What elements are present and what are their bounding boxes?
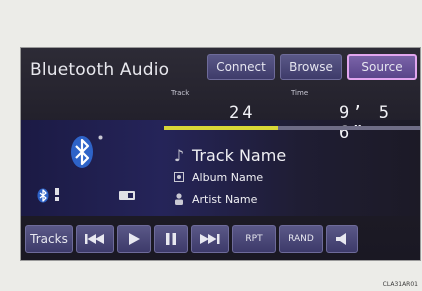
album-name: Album Name [192,170,264,184]
artist-icon [172,193,186,205]
play-button[interactable] [117,225,151,253]
screen-title: Bluetooth Audio [30,60,170,80]
elapsed-time: 9’ 5 6” [339,103,392,143]
battery-level [121,193,129,198]
next-track-button[interactable] [191,225,229,253]
figure-code: CLA31AR01 [382,281,418,288]
tracks-button[interactable]: Tracks [25,225,73,253]
random-button[interactable]: RAND [279,225,323,253]
previous-icon [85,234,104,244]
pause-button[interactable] [154,225,188,253]
bluetooth-icon [71,136,93,168]
progress-bar[interactable] [164,126,420,130]
audio-screen: Bluetooth Audio Connect Browse Source Tr… [20,47,421,261]
browse-button[interactable]: Browse [280,54,342,80]
album-icon [172,172,186,182]
artist-row: Artist Name [172,191,257,207]
track-number: 24 [229,103,256,123]
previous-track-button[interactable] [76,225,114,253]
volume-button[interactable] [326,225,358,253]
bluetooth-status-icon [37,188,49,203]
track-name: Track Name [192,145,287,165]
source-button[interactable]: Source [347,54,417,80]
album-row: Album Name [172,169,263,185]
connection-dot-icon [98,135,103,140]
artist-name: Artist Name [192,192,258,206]
speaker-icon [336,233,346,245]
next-icon [200,234,220,244]
signal-strength-icon [55,188,59,201]
time-label: Time [291,89,309,97]
music-note-icon: ♪ [173,145,185,165]
connect-button[interactable]: Connect [207,54,275,80]
battery-icon [119,191,135,200]
control-bar: Tracks RPT RAND [25,225,420,253]
repeat-button[interactable]: RPT [232,225,276,253]
track-name-row: ♪ Track Name [172,144,286,166]
progress-fill [164,126,278,130]
pause-icon [166,233,176,245]
track-label: Track [171,89,190,97]
play-icon [129,233,140,245]
